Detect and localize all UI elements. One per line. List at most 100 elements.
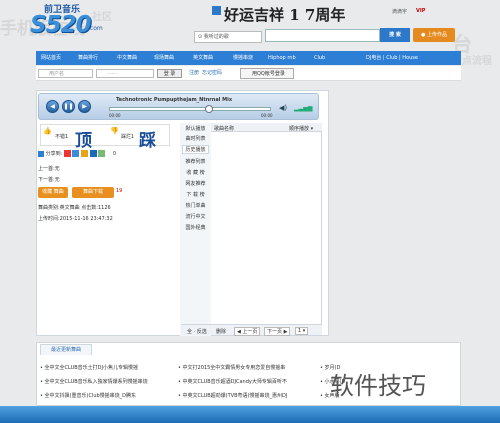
page-select[interactable]: 1 ▾ (295, 327, 309, 335)
nav-home[interactable]: 网站首页 (41, 51, 61, 65)
play-order-select[interactable]: 顺序播放 ▾ (289, 125, 313, 132)
download-button[interactable]: 舞曲下载 (72, 187, 114, 198)
sidebar-download-rank[interactable]: 下 载 榜 (182, 191, 209, 198)
thumbs-up-icon[interactable]: 👍 (43, 127, 52, 135)
clock-icon: ⊙ (198, 34, 203, 40)
prev-page-button[interactable]: ◀ 上一页 (234, 327, 261, 336)
sidebar-timelist[interactable]: 曲时列表 (182, 135, 209, 142)
top-ddy-link[interactable]: 滴滴宇 (392, 8, 407, 15)
nav-hiphop[interactable]: Hiphop rnb (268, 51, 296, 65)
collect-button[interactable]: 收藏 舞曲 (38, 187, 68, 198)
vote-up-count: 不错1 (55, 134, 69, 140)
renren-icon[interactable] (89, 150, 97, 157)
password-input[interactable]: ······· (96, 69, 154, 78)
qq-login-button[interactable]: 用QQ帐号登录 (240, 68, 294, 79)
share-icon (38, 150, 44, 157)
prev-song[interactable]: 上一首:无 (38, 165, 60, 172)
nav-right-links[interactable]: DJ电台 | Club | House (366, 51, 418, 65)
thumbs-down-icon[interactable]: 👎 (110, 127, 119, 135)
list-item[interactable]: • 全中文全CLUB音乐土打DJ小焦儿专辑慢摇 (40, 364, 138, 371)
nav-chinese[interactable]: 中文舞曲 (117, 51, 137, 65)
site-logo[interactable]: 前卫音乐 S520 .com (30, 2, 108, 42)
search-input[interactable] (265, 29, 380, 42)
anniversary-banner: 好运吉祥 1 7周年 滴滴宇 VIP (212, 4, 432, 30)
list-item[interactable]: • 中英文CLUB音乐超酒DJCandy大师专辑百听不 (178, 378, 287, 385)
bg-text-4: 点流程 (462, 56, 492, 67)
share-row: 分享到: 0 (38, 150, 116, 157)
list-item-text: 中英文CLUB超劲爆(TVB粤语)慢摇串烧_惠州DJ (182, 393, 288, 399)
main-nav: 网站首页 舞曲排行 中文舞曲 现场舞曲 英文舞曲 慢摇串烧 Hiphop rnb… (36, 51, 461, 65)
vote-down-count: 踩烂1 (121, 134, 135, 140)
download-count: 19 (116, 188, 123, 194)
history-label: 我听过的歌 (203, 34, 229, 40)
song-category: 舞曲类别:英文舞曲 点击数:1126 (38, 205, 111, 211)
upload-icon: ● (421, 32, 426, 38)
login-button[interactable]: 登 录 (157, 69, 182, 78)
qzone-icon[interactable] (72, 150, 80, 157)
list-item[interactable]: • 全中文抖飘(重音乐)Club慢摇串烧_D腾东 (40, 392, 136, 399)
list-item[interactable]: • 中英文CLUB超劲爆(TVB粤语)慢摇串烧_惠州DJ (178, 392, 287, 399)
list-item-text: 全中文抖飘(重音乐)Club慢摇串烧_D腾东 (44, 393, 137, 399)
logo-suffix: .com (88, 25, 103, 32)
list-item-text: 全中文全CLUB音乐私入独家情爆系列慢摇串烧 (44, 379, 148, 385)
progress-bar[interactable] (109, 107, 271, 111)
sidebar-foreign[interactable]: 国外经典 (182, 224, 209, 231)
list-item-text: 中文打2015全中文霸情男女专用恋爱自慢摇串 (182, 365, 286, 371)
playlist-footer: 全 · 反选 删除 ◀ 上一页 下一页 ▶ 1 ▾ (181, 324, 322, 336)
bottom-strip (0, 406, 500, 423)
playlist-header: 歌曲名称 顺序播放 ▾ (211, 123, 322, 132)
next-song[interactable]: 下一首:无 (38, 176, 60, 183)
latest-tab[interactable]: 最近更新舞曲 (40, 344, 92, 355)
col-song-name: 歌曲名称 (214, 126, 235, 132)
sidebar-pop-chinese[interactable]: 流行中文 (182, 213, 209, 220)
next-page-button[interactable]: 下一页 ▶ (264, 327, 291, 336)
vote-box: 👍 不错1 顶 👎 踩烂1 踩 (40, 124, 170, 151)
more-share-icon[interactable] (98, 150, 106, 157)
weibo-icon[interactable] (63, 150, 71, 157)
nav-remix[interactable]: 慢摇串烧 (233, 51, 253, 65)
track-title: Technotronic Pumpupthejam_Ntnrnal Mix (115, 97, 233, 103)
nav-live[interactable]: 现场舞曲 (154, 51, 174, 65)
select-all[interactable]: 全 · 反选 (187, 328, 207, 335)
prev-icon[interactable]: ◀ (46, 100, 59, 113)
page-number: 1 (298, 328, 302, 334)
sidebar-recommend[interactable]: 推荐列表 (182, 158, 209, 165)
playlist-sidebar: 默认播放 曲时列表 历史播放 推荐列表 收 藏 榜 网友推荐 下 载 榜 热门单… (180, 123, 211, 336)
list-item[interactable]: • 全中文全CLUB音乐私入独家情爆系列慢摇串烧 (40, 378, 148, 385)
username-input[interactable]: 用户名 (38, 69, 93, 78)
forgot-password-link[interactable]: 忘记密码 (202, 69, 222, 78)
vote-down-button[interactable]: 踩 (139, 126, 156, 151)
sidebar-history[interactable]: 历史播放 (182, 145, 209, 154)
upload-button[interactable]: ● 上传作品 (413, 28, 455, 42)
sidebar-hot[interactable]: 热门单曲 (182, 202, 209, 209)
next-icon[interactable]: ▶ (78, 100, 91, 113)
search-button[interactable]: 搜 索 (380, 28, 410, 42)
play-order-label: 顺序播放 (289, 126, 310, 132)
sidebar-user-rec[interactable]: 网友推荐 (182, 180, 209, 187)
history-dropdown[interactable]: ⊙ 我听过的歌 (194, 31, 262, 43)
top-vip-link[interactable]: VIP (416, 8, 425, 14)
vote-up-button[interactable]: 顶 (75, 126, 92, 151)
nav-rank[interactable]: 舞曲排行 (78, 51, 98, 65)
upload-time: 上传时间:2015-11-16 23:47:32 (38, 216, 113, 222)
home-icon[interactable] (212, 6, 221, 15)
nav-club[interactable]: Club (314, 51, 325, 65)
logo-main: S520 (30, 12, 92, 38)
share-label: 分享到: (45, 151, 63, 157)
progress-knob[interactable] (205, 105, 213, 113)
nav-english[interactable]: 英文舞曲 (193, 51, 213, 65)
time-right: 00:00 (261, 113, 273, 118)
list-item-text: 全中文全CLUB音乐土打DJ小焦儿专辑慢摇 (44, 365, 138, 371)
volume-bars-icon[interactable]: ▂▃▅▆ (294, 105, 312, 112)
register-link[interactable]: 注册 (189, 69, 199, 78)
pause-icon[interactable]: ❚❚ (62, 100, 75, 113)
tqq-icon[interactable] (81, 150, 89, 157)
delete-button[interactable]: 删除 (216, 328, 226, 335)
login-bar: 用户名 ······· 登 录 注册 忘记密码 用QQ帐号登录 (36, 66, 461, 81)
sidebar-fav[interactable]: 收 藏 榜 (182, 169, 209, 176)
chevron-down-icon: ▾ (310, 126, 314, 132)
volume-icon[interactable]: ◀) (279, 104, 287, 112)
banner-text: 好运吉祥 1 7周年 (224, 6, 346, 24)
list-item[interactable]: • 中文打2015全中文霸情男女专用恋爱自慢摇串 (178, 364, 285, 371)
sidebar-default[interactable]: 默认播放 (182, 125, 209, 132)
